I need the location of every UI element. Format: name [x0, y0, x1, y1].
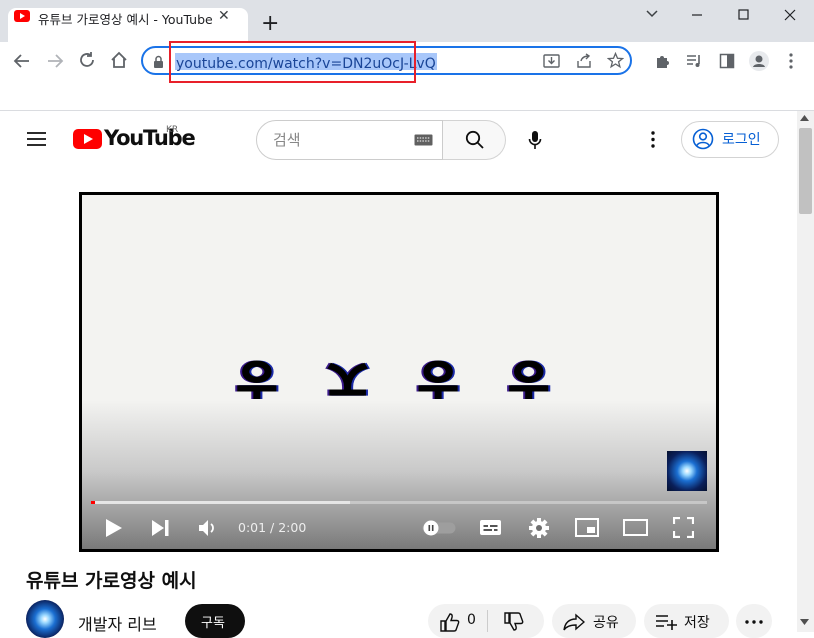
- like-count: 0: [467, 612, 476, 628]
- search-placeholder: 검색: [273, 131, 301, 149]
- volume-icon[interactable]: [198, 518, 218, 538]
- microphone-icon[interactable]: [528, 130, 542, 150]
- settings-more-icon[interactable]: [651, 131, 655, 148]
- forward-icon[interactable]: [46, 52, 64, 70]
- install-app-icon[interactable]: [543, 53, 560, 69]
- video-caption: ㅎ ㅈ ㅎ ㅎ: [228, 341, 563, 414]
- theater-mode-icon[interactable]: [623, 519, 648, 536]
- youtube-wordmark[interactable]: YouTube: [104, 126, 196, 150]
- tab-title: 유튜브 가로영상 예시 - YouTube: [38, 12, 213, 27]
- new-tab-button[interactable]: +: [261, 13, 279, 35]
- next-icon[interactable]: [151, 519, 170, 537]
- settings-gear-icon[interactable]: [528, 517, 550, 539]
- channel-avatar[interactable]: [26, 600, 64, 638]
- channel-name[interactable]: 개발자 리브: [78, 611, 157, 635]
- home-icon[interactable]: [110, 51, 128, 69]
- youtube-logo-icon[interactable]: [73, 129, 102, 149]
- account-icon: [692, 128, 714, 150]
- autoplay-toggle[interactable]: [422, 520, 456, 536]
- signin-label: 로그인: [722, 132, 761, 148]
- share-label: 공유: [593, 615, 619, 631]
- region-label: KR: [166, 125, 179, 135]
- highlight-box: [169, 41, 416, 83]
- close-window-icon[interactable]: [783, 8, 797, 22]
- lock-icon[interactable]: [153, 55, 164, 68]
- like-divider: [487, 610, 488, 632]
- back-icon[interactable]: [13, 52, 31, 70]
- keyboard-icon[interactable]: [414, 134, 433, 146]
- media-control-icon[interactable]: [686, 53, 703, 69]
- side-panel-icon[interactable]: [719, 53, 735, 69]
- minimize-icon[interactable]: [690, 8, 704, 22]
- chrome-menu-icon[interactable]: [789, 53, 793, 69]
- youtube-favicon-icon: [14, 10, 30, 22]
- search-icon[interactable]: [465, 130, 485, 150]
- save-playlist-icon: [655, 614, 677, 630]
- progress-loaded: [91, 501, 350, 504]
- progress-played: [91, 501, 95, 504]
- bookmark-star-icon[interactable]: [607, 52, 624, 69]
- share-page-icon[interactable]: [576, 53, 593, 69]
- video-title: 유튜브 가로영상 예시: [26, 570, 197, 592]
- more-horizontal-icon: [745, 620, 763, 624]
- reload-icon[interactable]: [78, 51, 96, 69]
- scroll-up-arrow-icon[interactable]: [800, 115, 809, 121]
- tab-close-icon[interactable]: ✕: [218, 8, 230, 24]
- time-display: 0:01 / 2:00: [238, 520, 307, 535]
- maximize-icon[interactable]: [737, 8, 751, 22]
- guide-menu-icon[interactable]: [27, 131, 47, 147]
- play-icon[interactable]: [105, 518, 123, 538]
- dislike-icon[interactable]: [504, 612, 524, 632]
- channel-watermark[interactable]: [667, 451, 707, 491]
- extensions-icon[interactable]: [654, 53, 670, 69]
- like-icon[interactable]: [440, 612, 460, 632]
- scroll-down-arrow-icon[interactable]: [800, 619, 809, 625]
- miniplayer-icon[interactable]: [575, 518, 599, 537]
- fullscreen-icon[interactable]: [673, 517, 694, 538]
- tab-search-icon[interactable]: [645, 6, 659, 20]
- scrollbar-thumb[interactable]: [799, 128, 812, 214]
- subscribe-label: 구독: [201, 616, 225, 631]
- toolbar-divider: [0, 110, 814, 111]
- save-label: 저장: [684, 615, 710, 631]
- profile-icon[interactable]: [749, 51, 769, 71]
- subtitles-icon[interactable]: [479, 519, 502, 536]
- share-icon: [563, 613, 585, 631]
